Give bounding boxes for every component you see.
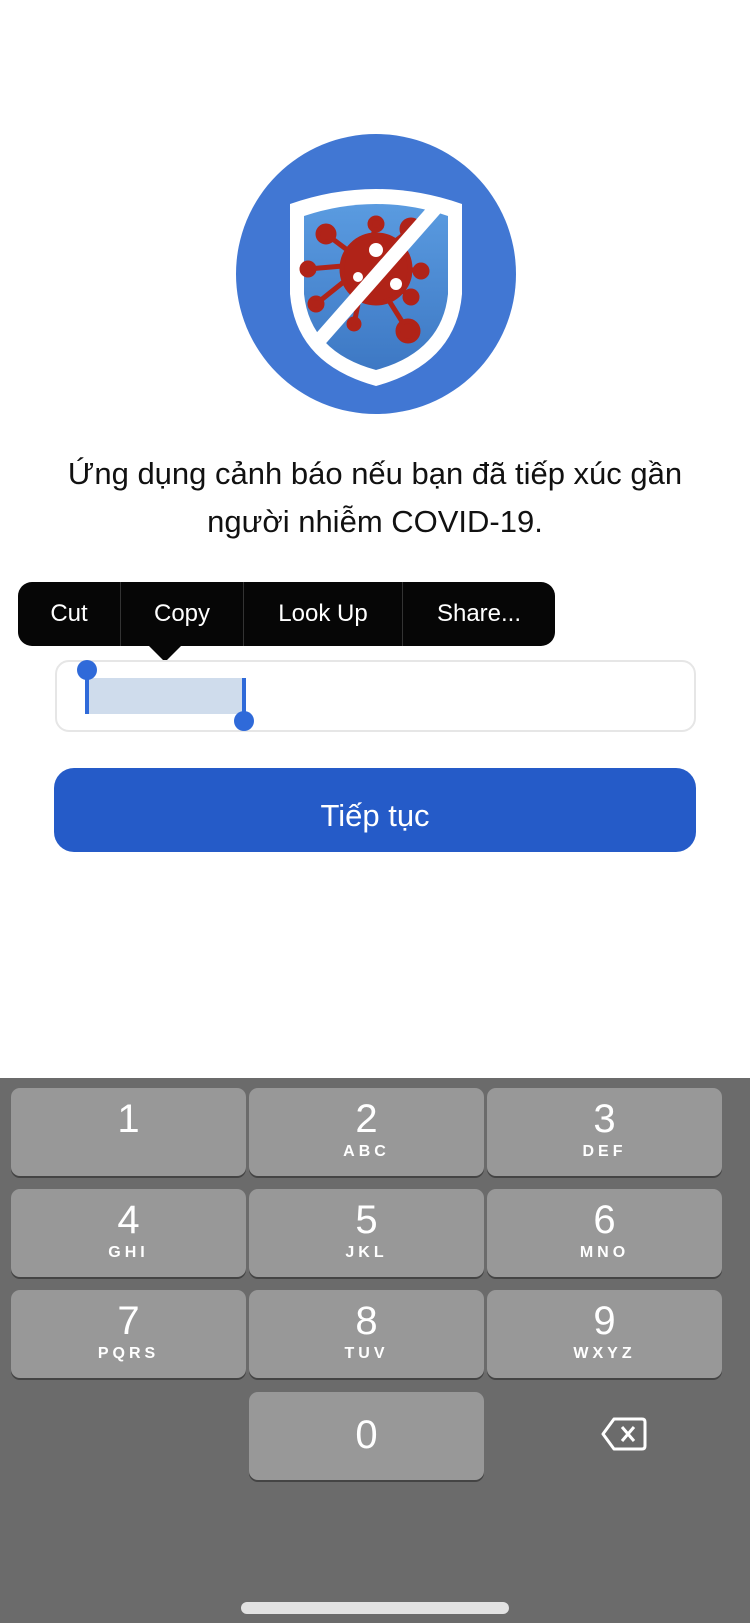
key-5[interactable]: 5 JKL: [249, 1189, 484, 1277]
continue-button[interactable]: Tiếp tục: [54, 768, 696, 852]
home-indicator[interactable]: [241, 1602, 509, 1614]
key-letters: TUV: [344, 1345, 389, 1362]
backspace-icon[interactable]: [600, 1416, 648, 1452]
key-1[interactable]: 1: [11, 1088, 246, 1176]
key-letters: DEF: [582, 1143, 627, 1160]
menu-cut[interactable]: Cut: [18, 582, 121, 646]
key-9[interactable]: 9 WXYZ: [487, 1290, 722, 1378]
key-letters: JKL: [345, 1244, 388, 1261]
key-6[interactable]: 6 MNO: [487, 1189, 722, 1277]
app-logo-shield-virus-icon: [236, 134, 516, 414]
key-0[interactable]: 0: [249, 1392, 484, 1480]
key-digit: 5: [355, 1198, 378, 1242]
menu-copy[interactable]: Copy: [121, 582, 244, 646]
key-letters: ABC: [343, 1143, 390, 1160]
key-digit: 4: [117, 1198, 140, 1242]
text-selection: [86, 678, 244, 714]
key-letters: MNO: [579, 1244, 630, 1261]
key-digit: 6: [593, 1198, 616, 1242]
app-description: Ứng dụng cảnh báo nếu bạn đã tiếp xúc gầ…: [67, 456, 683, 539]
menu-share[interactable]: Share...: [403, 582, 555, 646]
key-2[interactable]: 2 ABC: [249, 1088, 484, 1176]
edit-context-menu: Cut Copy Look Up Share...: [18, 582, 555, 646]
key-8[interactable]: 8 TUV: [249, 1290, 484, 1378]
key-digit: 7: [117, 1299, 140, 1343]
selection-end-knob[interactable]: [234, 711, 254, 731]
key-digit: 1: [117, 1097, 140, 1141]
selection-start-knob[interactable]: [77, 660, 97, 680]
key-4[interactable]: 4 GHI: [11, 1189, 246, 1277]
key-letters: PQRS: [97, 1345, 160, 1362]
key-letters: GHI: [108, 1244, 149, 1261]
menu-look-up[interactable]: Look Up: [244, 582, 403, 646]
key-digit: 3: [593, 1097, 616, 1141]
key-7[interactable]: 7 PQRS: [11, 1290, 246, 1378]
key-3[interactable]: 3 DEF: [487, 1088, 722, 1176]
key-digit: 2: [355, 1097, 378, 1141]
key-letters: WXYZ: [573, 1345, 636, 1362]
key-digit: 9: [593, 1299, 616, 1343]
key-digit: 0: [355, 1413, 378, 1457]
key-digit: 8: [355, 1299, 378, 1343]
